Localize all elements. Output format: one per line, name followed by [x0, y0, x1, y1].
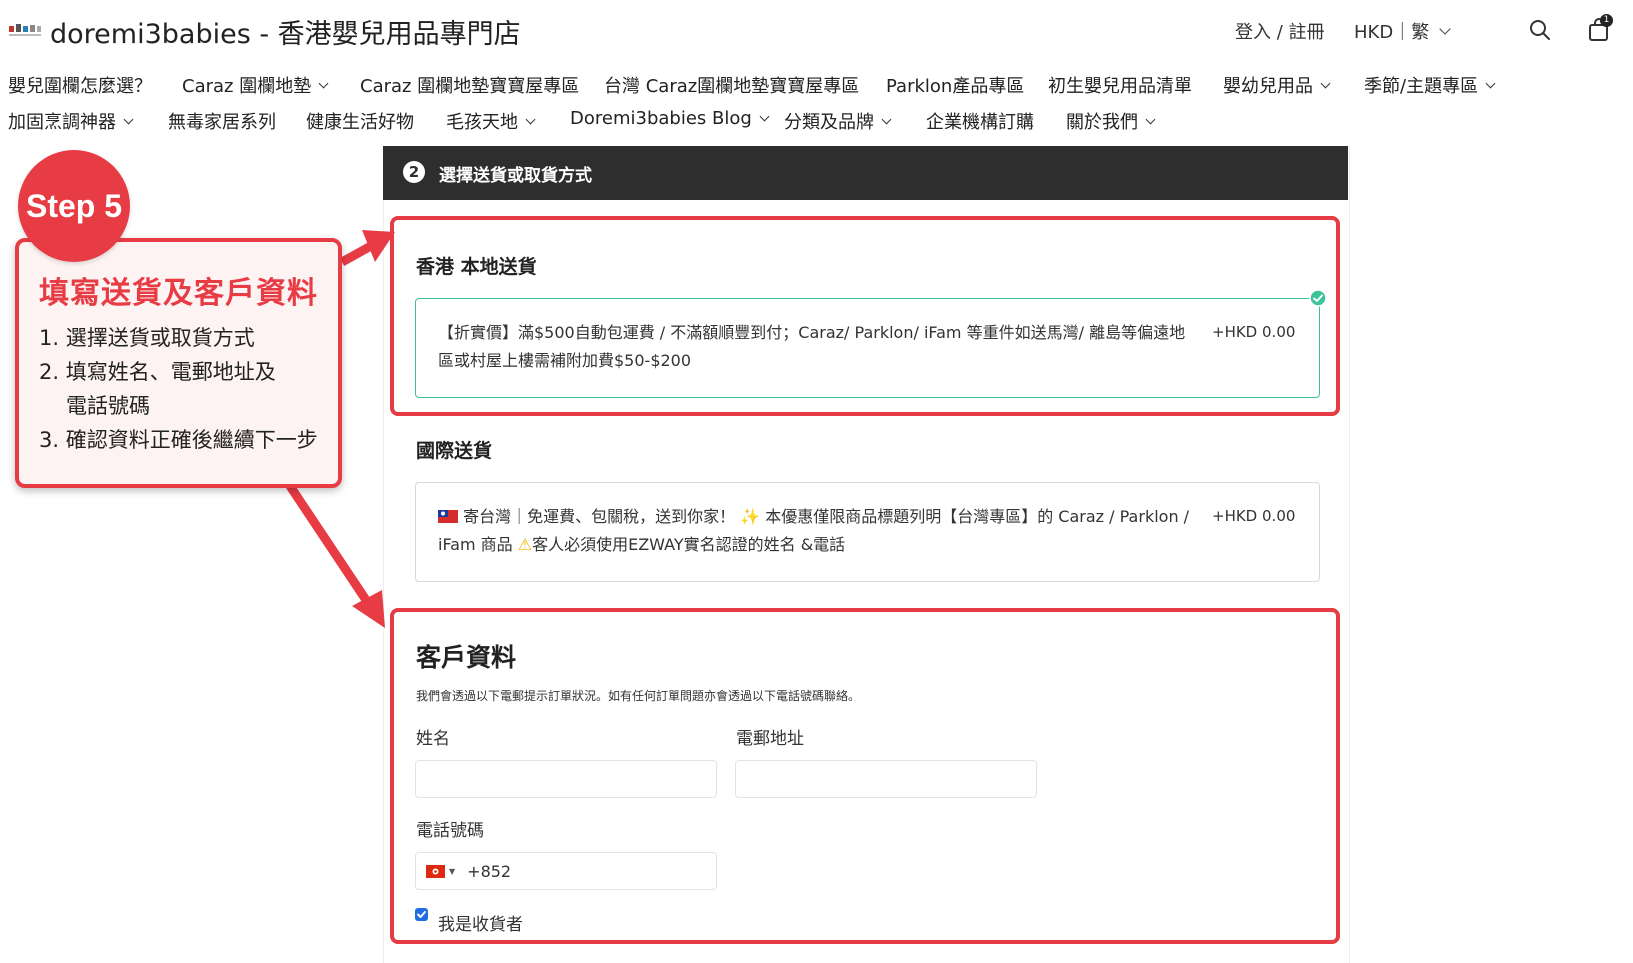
callout-step-2: 2. 填寫姓名、電郵地址及	[39, 360, 276, 384]
callout-step-3: 3. 確認資料正確後繼續下一步	[39, 428, 318, 452]
step-callout: 填寫送貨及客戶資料 1. 選擇送貨或取貨方式 2. 填寫姓名、電郵地址及 電話號…	[15, 238, 342, 488]
step-badge: Step 5	[18, 150, 130, 262]
callout-step-2-cont: 電話號碼	[66, 394, 150, 418]
callout-step-1: 1. 選擇送貨或取貨方式	[39, 326, 255, 350]
callout-title: 填寫送貨及客戶資料	[39, 276, 318, 311]
arrow-to-customer-info	[286, 483, 374, 609]
